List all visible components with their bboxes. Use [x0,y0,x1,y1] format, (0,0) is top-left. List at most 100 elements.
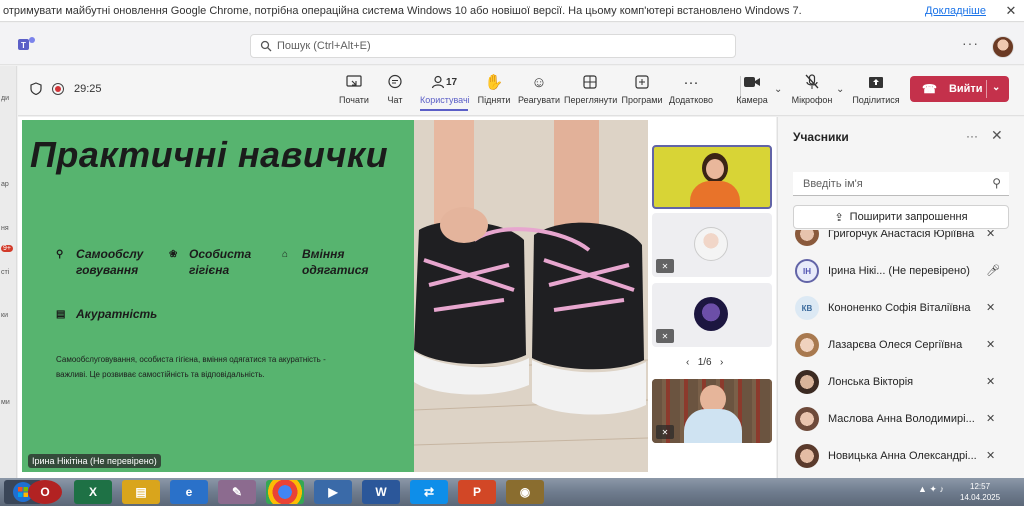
video-tile[interactable]: ✕ [652,283,772,347]
user-avatar[interactable] [992,36,1014,58]
ie-icon[interactable]: e [170,480,208,504]
media-icon[interactable]: ▶ [314,480,352,504]
participant-row[interactable]: Новицька Анна Олександрі... ✕ [778,438,1024,475]
infobar-message: отримувати майбутні оновлення Google Chr… [3,4,802,17]
camera-button[interactable]: Камера [734,72,770,105]
participant-name: Ірина Нікі... (Не перевірено) [828,265,970,277]
video-tile[interactable]: ✕ [652,213,772,277]
avatar [795,444,819,468]
participant-name: Григорчук Анастасія Юріївна [828,230,975,240]
search-icon: ⚲ [992,176,1001,190]
react-button[interactable]: ☺ Реагувати [518,72,561,106]
mic-on-icon: 🎤︎ [986,265,1000,277]
mic-off-icon: ✕ [986,413,996,425]
avatar [795,333,819,357]
explorer-icon[interactable]: ▤ [122,480,160,504]
meeting-toolbar: 29:25 Почати Чат 17 Користувачі ✋ Піднят… [18,66,1024,116]
share-icon [852,72,900,92]
rail-label[interactable]: ар [1,181,9,188]
page-indicator: 1/6 [697,357,712,368]
raise-hand-button[interactable]: ✋ Підняти [476,72,512,105]
chevron-left-icon[interactable]: ‹ [686,357,689,368]
more-options-icon[interactable]: ··· [966,129,978,143]
microphone-button[interactable]: Мікрофон [790,72,834,105]
participant-row[interactable]: ІН Ірина Нікі... (Не перевірено) 🎤︎ [778,253,1024,290]
search-placeholder: Введіть ім'я [803,178,863,190]
hanger-icon: ⌂ [282,249,289,260]
slide-title: Практичні навички [30,134,389,175]
gallery-pager[interactable]: ‹ 1/6 › [686,357,723,368]
tool-label: Реагувати [518,95,561,105]
video-tile[interactable] [652,145,772,209]
share-screen-button[interactable]: Почати [336,72,372,105]
avatar [795,370,819,394]
rail-label[interactable]: ми [1,399,10,406]
more-options-icon[interactable]: ··· [962,35,979,51]
skill-text: Самообслу говування [76,247,144,277]
people-button[interactable]: 17 Користувачі [420,72,470,111]
view-button[interactable]: Переглянути [564,72,618,105]
participant-row[interactable]: Григорчук Анастасія Юріївна ✕ [778,230,1024,253]
search-placeholder: Пошук (Ctrl+Alt+E) [277,40,371,52]
chrome-icon[interactable] [266,480,304,504]
close-icon[interactable]: ✕ [1004,3,1018,19]
word-icon[interactable]: W [362,480,400,504]
participant-name: Новицька Анна Олександрі... [828,450,977,462]
participant-count: 17 [445,76,458,88]
participant-row[interactable]: Лазарєва Олеся Сергіївна ✕ [778,327,1024,364]
chat-button[interactable]: Чат [380,72,410,105]
shield-icon[interactable] [30,82,42,95]
chevron-down-icon[interactable]: ⌄ [836,84,844,95]
neatness-icon: ▤ [56,309,66,320]
share-button[interactable]: Поділитися [852,72,900,105]
chevron-down-icon[interactable]: ⌄ [774,84,782,95]
react-icon: ☺ [531,73,547,91]
paint-icon[interactable]: ✎ [218,480,256,504]
teamviewer-icon[interactable]: ⇄ [410,480,448,504]
chevron-right-icon[interactable]: › [720,357,723,368]
tray-icons[interactable]: ▲ ✦ ♪ [918,484,944,495]
leave-button[interactable]: ☎ Вийти ⌄ [910,76,1009,102]
participant-search-input[interactable]: Введіть ім'я ⚲ [793,172,1009,196]
shoe-lacing-photo [414,120,648,472]
vpn-icon[interactable]: ◉ [506,480,544,504]
tool-label: Додатково [669,95,713,105]
recording-icon[interactable] [52,82,64,95]
excel-icon[interactable]: X [74,480,112,504]
mic-off-icon: ✕ [986,230,996,240]
more-actions-button[interactable]: ··· Додатково [668,72,714,106]
powerpoint-icon[interactable]: P [458,480,496,504]
windows-taskbar: O X ▤ e ✎ ▶ W ⇄ P ◉ ▲ ✦ ♪ 12:57 14.04.20… [0,478,1024,506]
raise-hand-icon: ✋ [484,74,504,91]
mic-off-icon: ✕ [656,425,674,439]
chevron-down-icon[interactable]: ⌄ [992,82,1000,93]
mic-off-icon: ✕ [986,450,996,462]
tool-label: Переглянути [564,95,618,105]
video-tile[interactable]: ✕ [652,379,772,443]
camera-icon [734,72,770,92]
participant-row[interactable]: Маслова Анна Володимирі... ✕ [778,401,1024,438]
slide-body-line: важливі. Це розвиває самостійність та ві… [56,370,265,379]
skill-text: Вміння одягатися [302,247,369,277]
rail-label[interactable]: ня [1,225,9,232]
tool-label: Мікрофон [791,95,833,105]
participant-row[interactable]: КВ Кононенко Софія Віталіївна ✕ [778,290,1024,327]
infobar-more-link[interactable]: Докладніше [925,5,986,17]
system-clock[interactable]: 12:57 14.04.2025 [960,481,1000,503]
participant-row[interactable]: Лонська Вікторія ✕ [778,364,1024,401]
rail-label[interactable]: сті [1,269,9,276]
teams-logo-icon: T [18,37,35,50]
tool-label: Користувачі [420,95,470,105]
close-icon[interactable]: ✕ [991,127,1003,144]
apps-button[interactable]: Програми [621,72,663,105]
search-input[interactable]: Пошук (Ctrl+Alt+E) [250,34,736,58]
tool-label: Почати [339,95,369,105]
skill-text: Акуратність [76,307,158,321]
clock-time: 12:57 [970,482,991,491]
opera-icon[interactable]: O [28,480,62,504]
rail-label[interactable]: ди [1,95,9,102]
share-invite-button[interactable]: ⇪ Поширити запрошення [793,205,1009,229]
rail-label[interactable]: ки [1,312,8,319]
participants-panel: Учасники ··· ✕ Введіть ім'я ⚲ ⇪ Поширити… [777,117,1024,478]
svg-text:T: T [21,41,26,50]
